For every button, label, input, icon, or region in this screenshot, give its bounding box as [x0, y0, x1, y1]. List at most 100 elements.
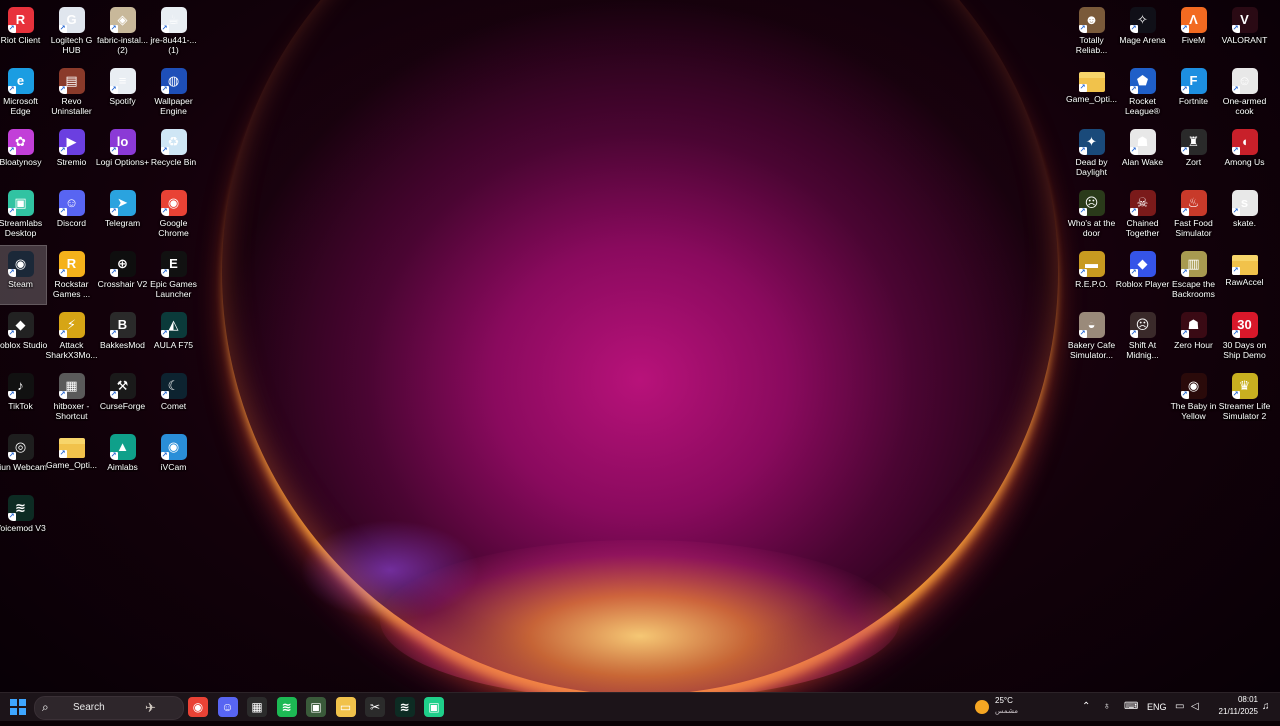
desktop-icon-roblox-studio[interactable]: ◆↗ Roblox Studio	[0, 307, 47, 365]
desktop-icon-r-e-p-o[interactable]: ▬ ↗ R.E.P.O.	[1066, 246, 1117, 304]
desktop-icon-label: Bloatynosy	[0, 157, 42, 167]
desktop-icon-totally-reliab[interactable]: ☻ ↗ Totally Reliab...	[1066, 2, 1117, 60]
desktop-icon-stremio[interactable]: ▶ ↗ Stremio	[46, 124, 97, 182]
desktop-icon-streamer-life-simulator-2[interactable]: ♛ ↗ Streamer Life Simulator 2	[1219, 368, 1270, 426]
stremio-icon: ▶ ↗	[58, 129, 85, 155]
desktop-icon-chained-together[interactable]: ☠ ↗ Chained Together	[1117, 185, 1168, 243]
desktop-icon-label: skate.	[1233, 218, 1256, 228]
clock[interactable]: 08:01 21/11/2025	[1208, 693, 1258, 721]
desktop-icon-one-armed-cook[interactable]: ☺ ↗ One-armed cook	[1219, 63, 1270, 121]
desktop-icon-steam[interactable]: ◉ ↗ Steam	[0, 245, 47, 305]
desktop-icon-zero-hour[interactable]: ☗ ↗ Zero Hour	[1168, 307, 1219, 365]
desktop-icon-riot-client[interactable]: R ↗ Riot Client	[0, 2, 46, 60]
desktop-icon-crosshair-v2[interactable]: ⊕ ↗ Crosshair V2	[97, 246, 148, 304]
shortcut-arrow-icon: ↗	[58, 269, 67, 277]
desktop-icon-discord[interactable]: ☺ ↗ Discord	[46, 185, 97, 243]
shortcut-arrow-icon: ↗	[109, 208, 118, 216]
spotify-taskbar-button[interactable]: ≋	[276, 697, 297, 717]
shortcut-arrow-icon: ↗	[160, 208, 169, 216]
desktop-icon-30-days-on-ship-demo[interactable]: 30 ↗ 30 Days on Ship Demo	[1219, 307, 1270, 365]
desktop-icon-rawaccel[interactable]: ↗ RawAccel	[1219, 246, 1270, 304]
desktop-icon-rockstar-games[interactable]: R ↗ Rockstar Games ...	[46, 246, 97, 304]
desktop-icon-shift-at-midnig[interactable]: ☹ ↗ Shift At Midnig...	[1117, 307, 1168, 365]
notification-bell-icon[interactable]: ♫	[1262, 693, 1272, 721]
taskbar-search[interactable]: ⌕ Search ✈	[34, 696, 184, 720]
capcut-taskbar-button[interactable]: ▣	[424, 697, 444, 717]
desktop-icon-streamlabs-desktop[interactable]: ▣ ↗ Streamlabs Desktop	[0, 185, 46, 243]
desktop-icon-rocket-league[interactable]: ⬟ ↗ Rocket League®	[1117, 63, 1168, 121]
desktop-icon-label: Revo Uninstaller	[51, 96, 92, 116]
fast-food-icon: ♨ ↗	[1180, 190, 1207, 216]
desktop-icon-the-baby-in-yellow[interactable]: ◉ ↗ The Baby in Yellow	[1168, 368, 1219, 426]
start-button[interactable]	[8, 697, 28, 717]
shortcut-arrow-icon: ↗	[1078, 84, 1087, 92]
desktop-icon-epic-games-launcher[interactable]: E ↗ Epic Games Launcher	[148, 246, 199, 304]
desktop-icon-valorant[interactable]: V ↗ VALORANT	[1219, 2, 1270, 60]
desktop-icon-logitech-g-hub[interactable]: G ↗ Logitech G HUB	[46, 2, 97, 60]
desktop-icon-tiktok[interactable]: ♪ ↗ TikTok	[0, 368, 46, 426]
desktop-icon-wallpaper-engine[interactable]: ◍ ↗ Wallpaper Engine	[148, 63, 199, 121]
store-taskbar-button[interactable]: ▦	[247, 697, 267, 717]
desktop-icon-bakery-cafe-simulator[interactable]: ◒ ↗ Bakery Cafe Simulator...	[1066, 307, 1117, 365]
shortcut-arrow-icon: ↗	[1231, 86, 1240, 94]
desktop-icon-spotify[interactable]: ≡ ↗ Spotify	[97, 63, 148, 121]
desktop-icon-aimlabs[interactable]: ▲ ↗ Aimlabs	[97, 429, 148, 487]
desktop-icon-alan-wake[interactable]: ☗ ↗ Alan Wake	[1117, 124, 1168, 182]
desktop-icon-fortnite[interactable]: F ↗ Fortnite	[1168, 63, 1219, 121]
desktop-icon-fast-food-simulator[interactable]: ♨ ↗ Fast Food Simulator	[1168, 185, 1219, 243]
desktop-icon-game-opti[interactable]: ↗ Game_Opti...	[46, 429, 97, 487]
shortcut-arrow-icon: ↗	[58, 25, 67, 33]
desktop-icon-skate[interactable]: s ↗ skate.	[1219, 185, 1270, 243]
desktop-icon-google-chrome[interactable]: ◉ ↗ Google Chrome	[148, 185, 199, 243]
desktop-icon-fivem[interactable]: Λ ↗ FiveM	[1168, 2, 1219, 60]
shortcut-arrow-icon: ↗	[160, 25, 169, 33]
chrome-taskbar-button[interactable]: ◉	[188, 697, 208, 717]
desktop-icon-curseforge[interactable]: ⚒ ↗ CurseForge	[97, 368, 148, 426]
network-icon[interactable]: ▭	[1175, 693, 1187, 721]
discord-icon: ☺ ↗	[58, 190, 85, 216]
weather-widget[interactable]: 25°C مشمس	[975, 693, 1035, 721]
desktop-icon-aula-f75[interactable]: ◭ ↗ AULA F75	[148, 307, 199, 365]
volume-icon[interactable]: ◁	[1191, 693, 1203, 721]
desktop-icon-revo-uninstaller[interactable]: ▤ ↗ Revo Uninstaller	[46, 63, 97, 121]
shortcut-arrow-icon: ↗	[7, 330, 16, 338]
desktop-icon-voicemod-v3[interactable]: ≋ ↗ Voicemod V3	[0, 490, 46, 548]
desktop-icon-telegram[interactable]: ➤ ↗ Telegram	[97, 185, 148, 243]
desktop-icon-recycle-bin[interactable]: ♻ ↗ Recycle Bin	[148, 124, 199, 182]
desktop-icon-ivcam[interactable]: ◉ ↗ iVCam	[148, 429, 199, 487]
voicemod-taskbar-button[interactable]: ≋	[394, 697, 415, 717]
desktop-icon-fabric-instal-2[interactable]: ◈ ↗ fabric-instal... (2)	[97, 2, 148, 60]
explorer-taskbar-button[interactable]: ▭	[335, 697, 356, 717]
desktop-icon-label: Game_Opti...	[1065, 94, 1118, 104]
microphone-icon[interactable]: ♁	[1103, 693, 1115, 721]
desktop-icon-label: Zort	[1185, 157, 1202, 167]
desktop-icon-among-us[interactable]: ◖ ↗ Among Us	[1219, 124, 1270, 182]
shortcut-arrow-icon: ↗	[7, 208, 16, 216]
desktop-icon-mage-arena[interactable]: ✧ ↗ Mage Arena	[1117, 2, 1168, 60]
desktop-icon-dead-by-daylight[interactable]: ✦ ↗ Dead by Daylight	[1066, 124, 1117, 182]
desktop-icon-bloatynosy[interactable]: ✿ ↗ Bloatynosy	[0, 124, 46, 182]
desktop-icon-microsoft-edge[interactable]: e ↗ Microsoft Edge	[0, 63, 46, 121]
desktop-icon-label: jre-8u441-... (1)	[150, 35, 197, 55]
shortcut-arrow-icon: ↗	[58, 86, 67, 94]
desktop-icon-zort[interactable]: ♜ ↗ Zort	[1168, 124, 1219, 182]
desktop-icon-attack-sharkx3mo[interactable]: ⚡ ↗ Attack SharkX3Mo...	[45, 307, 98, 365]
desktop-icon-comet[interactable]: ☾ ↗ Comet	[148, 368, 199, 426]
shortcut-arrow-icon: ↗	[160, 452, 169, 460]
chevron-up-icon[interactable]: ⌃	[1082, 693, 1094, 721]
language-indicator[interactable]: ENG	[1147, 693, 1169, 721]
desktop-icon-game-opti[interactable]: ↗ Game_Opti...	[1066, 63, 1117, 121]
desktop-icon-hitboxer-shortcut[interactable]: ▦ ↗ hitboxer - Shortcut	[46, 368, 97, 426]
keyboard-icon[interactable]: ⌨	[1124, 693, 1138, 721]
app-taskbar-button[interactable]: ▣	[306, 697, 326, 717]
desktop-icon-bakkesmod[interactable]: B ↗ BakkesMod	[97, 307, 148, 365]
desktop-icon-roblox-player[interactable]: ◆ ↗ Roblox Player	[1116, 246, 1169, 304]
snipping-taskbar-button[interactable]: ✂	[365, 697, 385, 717]
desktop-icon-iriun-webcam[interactable]: ◎↗ Iriun Webcam	[0, 429, 47, 487]
desktop-icon-logi-options[interactable]: lo ↗ Logi Options+	[96, 124, 149, 182]
desktop-icon-jre-8u441-1[interactable]: ☕ ↗ jre-8u441-... (1)	[148, 2, 199, 60]
discord-taskbar-button[interactable]: ☺	[217, 697, 238, 717]
desktop-icon-escape-the-backrooms[interactable]: ▥ ↗ Escape the Backrooms	[1168, 246, 1219, 304]
shortcut-arrow-icon: ↗	[1078, 147, 1087, 155]
desktop-icon-who-s-at-the-door[interactable]: ☹ ↗ Who's at the door	[1066, 185, 1117, 243]
